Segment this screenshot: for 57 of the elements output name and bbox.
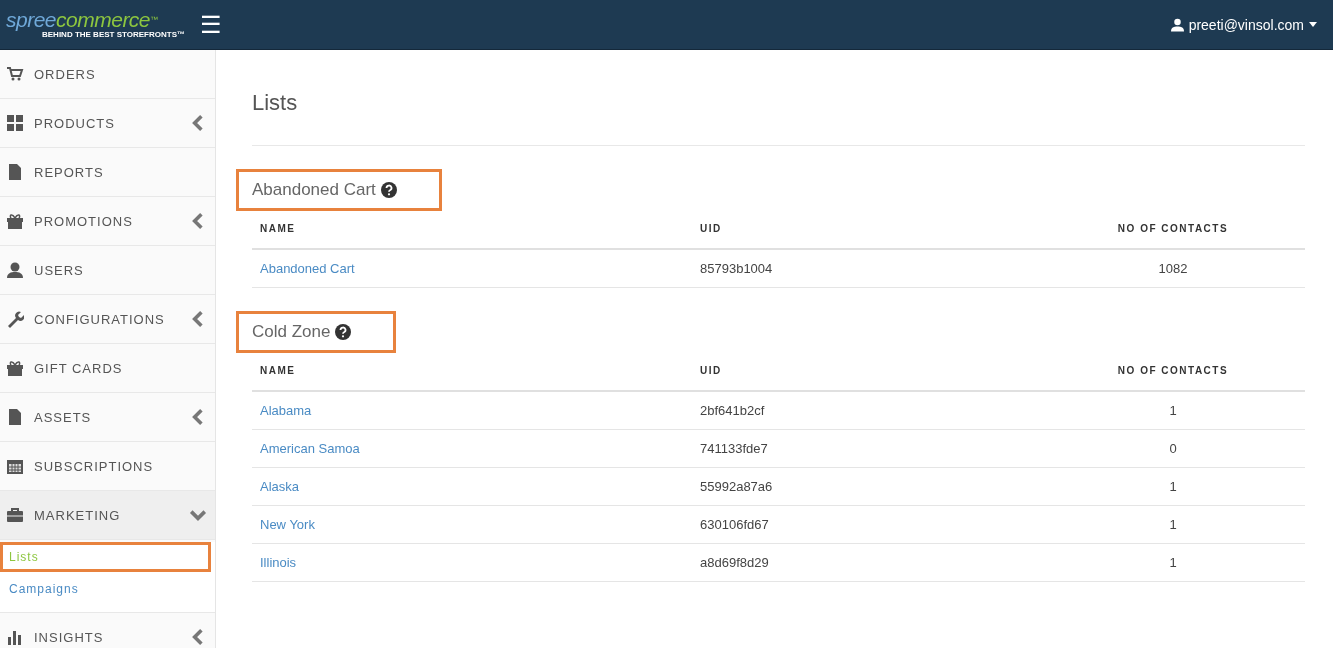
file-icon	[6, 163, 24, 181]
gift-icon	[6, 359, 24, 377]
sidebar-item[interactable]: PROMOTIONS	[0, 197, 215, 246]
table-cell-text: 85793b1004	[699, 260, 774, 278]
table-cell-text: 55992a87a6	[699, 478, 774, 496]
table-cell-text: 1	[1168, 478, 1178, 496]
user-icon	[6, 261, 24, 279]
heading-text: Abandoned Cart	[252, 180, 376, 200]
logo-text: spreecommerce	[6, 10, 151, 30]
user-icon	[1170, 17, 1184, 32]
sidebar-item[interactable]: PRODUCTS	[0, 99, 215, 148]
grid-icon	[6, 114, 24, 132]
column-header: NAME	[259, 222, 297, 236]
help-icon[interactable]	[380, 182, 397, 198]
table-cell-text: 1082	[1157, 260, 1189, 278]
sidebar-item[interactable]: ASSETS	[0, 393, 215, 442]
sidebar-item[interactable]: REPORTS	[0, 148, 215, 197]
column-header: UID	[699, 222, 723, 236]
user-menu[interactable]: preeti@vinsol.com	[1164, 15, 1323, 34]
table-cell-text: 2bf641b2cf	[699, 402, 766, 420]
table-cell-text: 1	[1168, 402, 1178, 420]
briefcase-icon	[6, 506, 24, 524]
trademark-mark: ™	[150, 14, 158, 24]
sidebar-item[interactable]: INSIGHTS	[0, 613, 215, 648]
sidebar-item[interactable]: ORDERS	[0, 50, 215, 99]
table-cell-text: 1	[1168, 516, 1178, 534]
help-icon[interactable]	[335, 324, 352, 340]
column-header: NAME	[259, 364, 297, 378]
table-cell-text: 1	[1168, 554, 1178, 572]
logo-tagline: BEHIND THE BEST STOREFRONTS™	[42, 30, 186, 39]
sidebar-item[interactable]: GIFT CARDS	[0, 344, 215, 393]
column-header: UID	[699, 364, 723, 378]
file-icon	[6, 408, 24, 426]
heading-text: Cold Zone	[252, 322, 331, 342]
wrench-icon	[6, 310, 24, 328]
page-title: Lists	[252, 50, 1305, 146]
table-cell-text: 0	[1168, 440, 1178, 458]
list-link[interactable]: Alaska	[260, 479, 300, 494]
bar-chart-icon	[6, 628, 24, 646]
list-link[interactable]: Alabama	[260, 403, 312, 418]
table-cell-text: a8d69f8d29	[699, 554, 770, 572]
calendar-icon	[6, 457, 24, 475]
sidebar-item[interactable]: CONFIGURATIONS	[0, 295, 215, 344]
table-cell-text: 630106fd67	[699, 516, 770, 534]
table-cell-text: 741133fde7	[699, 440, 769, 458]
list-link[interactable]: American Samoa	[260, 441, 360, 456]
list-link[interactable]: Illinois	[260, 555, 297, 570]
submenu-link[interactable]: Campaigns	[0, 574, 211, 604]
caret-icon	[1309, 22, 1317, 27]
list-link[interactable]: New York	[260, 517, 315, 532]
menu-toggle[interactable]: ☰	[196, 10, 226, 39]
column-header: NO OF CONTACTS	[1116, 222, 1230, 236]
column-header: NO OF CONTACTS	[1116, 364, 1230, 378]
cart-icon	[6, 65, 24, 83]
sidebar-item[interactable]: USERS	[0, 246, 215, 295]
gift-icon	[6, 212, 24, 230]
list-link[interactable]: Abandoned Cart	[260, 261, 355, 276]
